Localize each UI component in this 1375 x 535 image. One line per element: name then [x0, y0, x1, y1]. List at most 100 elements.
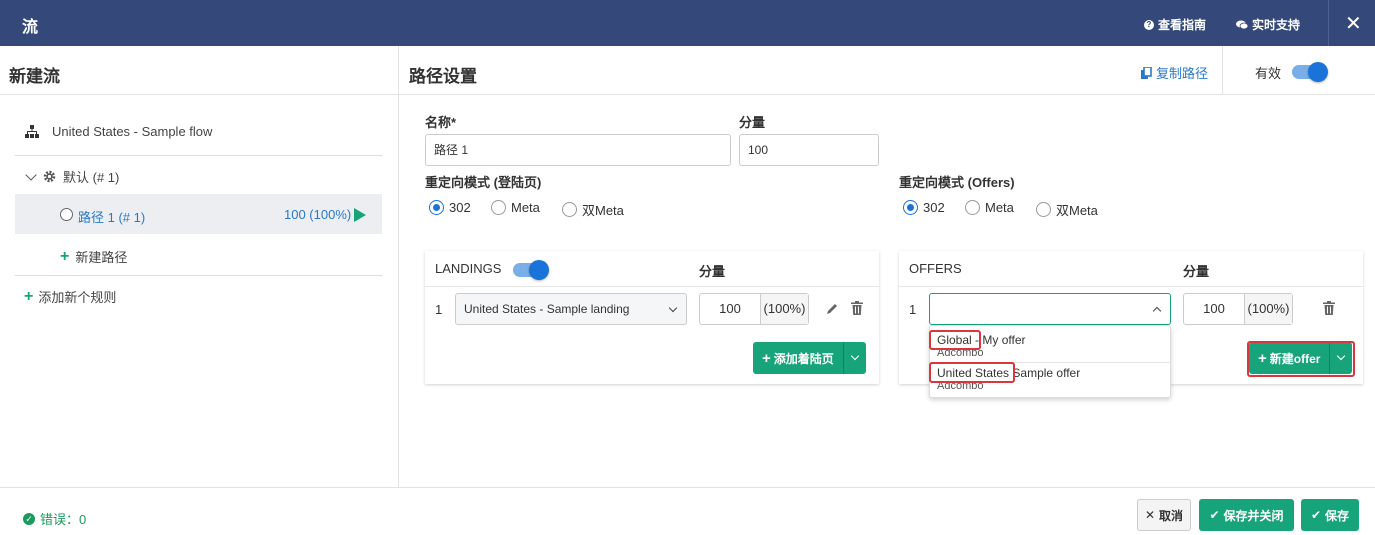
landings-header: LANDINGS	[435, 261, 502, 276]
radio-offers-302[interactable]: 302	[903, 200, 945, 215]
left-title: 新建流	[9, 67, 60, 86]
radio-label: 302	[449, 200, 471, 215]
offer-share-value: 100	[1203, 301, 1225, 316]
radio-offers-meta[interactable]: Meta	[965, 200, 1014, 215]
add-rule-button[interactable]: + 添加新个规则	[24, 287, 116, 306]
chevron-down-icon	[25, 168, 37, 181]
divider	[1328, 0, 1329, 46]
rule-label: 默认 (# 1)	[63, 170, 120, 185]
radio-dot	[562, 202, 577, 217]
offer-name: Sample offer	[1012, 366, 1081, 380]
add-landing-dropdown[interactable]	[844, 342, 866, 374]
right-header: 路径设置 复制路径 有效	[399, 46, 1375, 95]
window-title: 流	[22, 19, 39, 36]
guide-link[interactable]: ? 查看指南	[1144, 16, 1206, 33]
radio-landing-meta[interactable]: Meta	[491, 200, 540, 215]
chat-icon	[1236, 20, 1248, 29]
landings-toggle[interactable]	[513, 260, 549, 280]
close-icon[interactable]: ✕	[1345, 11, 1362, 36]
name-input[interactable]: 路径 1	[425, 134, 731, 166]
toggle-knob	[529, 260, 549, 280]
radio-label: Meta	[985, 200, 1014, 215]
save-button[interactable]: ✔ 保存	[1301, 499, 1359, 531]
radio-dot	[429, 200, 444, 215]
left-header: 新建流	[0, 46, 398, 95]
circle-icon	[60, 208, 73, 221]
plus-icon: +	[60, 247, 70, 265]
radio-label: Meta	[511, 200, 540, 215]
valid-label: 有效	[1255, 66, 1282, 81]
question-icon: ?	[1144, 19, 1154, 30]
chevron-down-icon	[850, 351, 860, 361]
check-icon: ✔	[1310, 508, 1322, 522]
highlight-box	[1247, 341, 1355, 377]
add-landing-label: 添加着陆页	[773, 351, 834, 366]
offer-index: 1	[909, 302, 917, 317]
flow-name: United States - Sample flow	[52, 124, 213, 139]
save-close-button[interactable]: ✔ 保存并关闭	[1199, 499, 1294, 531]
landing-index: 1	[435, 302, 443, 317]
landing-share-value: 100	[719, 301, 741, 316]
offers-header: OFFERS	[909, 261, 962, 276]
radio-dot	[903, 200, 918, 215]
divider	[1222, 46, 1223, 95]
guide-label: 查看指南	[1158, 18, 1207, 32]
copy-path-link[interactable]: 复制路径	[1141, 63, 1208, 82]
radio-label: 302	[923, 200, 945, 215]
play-icon	[354, 208, 366, 222]
error-count: ✓ 错误：0	[23, 509, 86, 528]
pencil-icon[interactable]	[825, 302, 839, 316]
path-name: 路径 1 (# 1)	[78, 210, 146, 225]
save-label: 保存	[1325, 508, 1350, 523]
share-input[interactable]: 100	[739, 134, 879, 166]
check-icon: ✔	[1209, 508, 1220, 522]
name-label: 名称*	[425, 115, 457, 130]
add-landing-button[interactable]: + 添加着陆页	[753, 342, 866, 374]
radio-landing-302[interactable]: 302	[429, 200, 471, 215]
new-path-label: 新建路径	[75, 250, 128, 265]
copy-path-label: 复制路径	[1156, 66, 1209, 81]
landing-share-input[interactable]: 100 (100%)	[699, 293, 809, 325]
plus-icon: +	[762, 349, 771, 367]
landing-select[interactable]: United States - Sample landing	[455, 293, 687, 325]
right-title: 路径设置	[409, 67, 477, 86]
radio-dot	[1036, 202, 1051, 217]
valid-toggle[interactable]	[1292, 62, 1328, 82]
offer-select[interactable]	[929, 293, 1171, 325]
plus-icon: +	[24, 287, 34, 305]
support-link[interactable]: 实时支持	[1236, 16, 1300, 33]
divider	[899, 286, 1363, 287]
cancel-label: 取消	[1159, 508, 1184, 523]
add-landing-main[interactable]: + 添加着陆页	[753, 342, 844, 374]
radio-offers-double-meta[interactable]: 双Meta	[1036, 200, 1098, 219]
offer-share-input[interactable]: 100 (100%)	[1183, 293, 1293, 325]
radio-dot	[491, 200, 506, 215]
highlight-box	[929, 330, 981, 350]
toggle-knob	[1308, 62, 1328, 82]
share-label: 分量	[739, 115, 766, 130]
landing-select-value: United States - Sample landing	[464, 302, 630, 316]
redirect-offers-label: 重定向模式 (Offers)	[899, 175, 1015, 190]
trash-icon[interactable]	[1323, 301, 1335, 315]
radio-label: 双Meta	[582, 203, 624, 218]
footer: ✓ 错误：0 ✕ 取消 ✔ 保存并关闭 ✔ 保存	[0, 487, 1375, 535]
rule-default[interactable]: 默认 (# 1)	[25, 167, 119, 186]
redirect-landing-label: 重定向模式 (登陆页)	[425, 175, 542, 190]
offer-name: My offer	[982, 333, 1026, 347]
flow-root[interactable]: United States - Sample flow	[15, 109, 382, 156]
trash-icon[interactable]	[851, 301, 863, 315]
cancel-button[interactable]: ✕ 取消	[1137, 499, 1191, 531]
sitemap-icon	[25, 125, 39, 138]
chevron-down-icon	[668, 303, 678, 313]
new-path-button[interactable]: + 新建路径	[60, 247, 127, 266]
divider	[425, 286, 879, 287]
check-circle-icon: ✓	[23, 512, 35, 525]
close-icon: ✕	[1144, 508, 1156, 522]
landing-share-percent: (100%)	[760, 294, 808, 324]
add-rule-label: 添加新个规则	[38, 290, 117, 305]
error-label: 错误：0	[40, 512, 87, 527]
offers-share-header: 分量	[1183, 264, 1210, 279]
divider	[15, 275, 382, 276]
path-item[interactable]: 路径 1 (# 1) 100 (100%)	[15, 194, 382, 234]
radio-landing-double-meta[interactable]: 双Meta	[562, 200, 624, 219]
